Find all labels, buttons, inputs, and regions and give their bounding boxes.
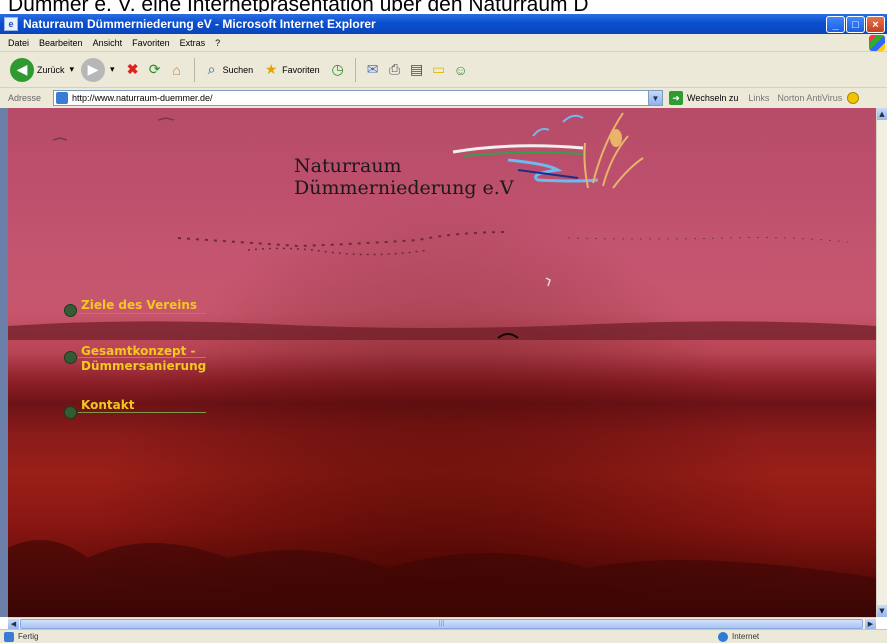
toolbar-separator [193, 57, 195, 82]
menu-extras[interactable]: Extras [180, 38, 206, 48]
horizontal-scrollbar[interactable]: ◀ ||| ▶ [8, 617, 876, 629]
globe-icon [718, 631, 728, 642]
back-dropdown-icon[interactable]: ▾ [70, 64, 75, 75]
site-title-line2: Dümmerniederung e.V [294, 177, 514, 199]
close-button[interactable]: × [866, 16, 885, 33]
print-icon[interactable]: ⎙ [384, 59, 406, 81]
nav-link-gesamtkonzept-line2[interactable]: Dümmersanierung [81, 359, 206, 373]
go-button[interactable]: Wechseln zu [687, 93, 738, 103]
security-zone: Internet [718, 631, 760, 642]
forward-dropdown-icon[interactable]: ▾ [110, 64, 115, 75]
page-caption: Dümmer e. V. eine Internetpräsentation ü… [0, 0, 887, 12]
norton-antivirus-button[interactable]: Norton AntiVirus [777, 93, 842, 103]
nav-bullet-icon [64, 304, 77, 317]
toolbar-separator [354, 57, 356, 82]
maximize-button[interactable]: □ [846, 16, 865, 33]
nav-underline [78, 357, 206, 358]
notes-icon[interactable]: ▭ [428, 59, 450, 81]
back-arrow-icon: ◀ [10, 57, 34, 82]
menu-ansicht[interactable]: Ansicht [93, 38, 123, 48]
toolbar: ◀ Zurück ▾ ▶ ▾ ✖ ⟳ ⌂ ⌕ Suchen ★ Favorite… [0, 52, 887, 88]
scroll-left-icon[interactable]: ◀ [8, 619, 19, 629]
back-button[interactable]: ◀ Zurück ▾ [10, 57, 75, 82]
status-page-icon [4, 631, 14, 642]
nav-underline [78, 412, 206, 413]
star-icon: ★ [264, 61, 278, 77]
messenger-icon[interactable]: ☺ [450, 59, 472, 81]
status-bar: Fertig Internet [0, 629, 887, 643]
go-arrow-icon[interactable]: ➜ [669, 91, 683, 105]
nav-bullet-icon [64, 351, 77, 364]
edit-icon[interactable]: ▤ [406, 59, 428, 81]
windows-logo-icon [869, 35, 885, 51]
zone-label: Internet [732, 632, 760, 641]
vertical-scrollbar[interactable]: ▲ ▼ [876, 108, 887, 617]
search-icon: ⌕ [207, 61, 216, 77]
nav-link-gesamtkonzept[interactable]: Gesamtkonzept - [81, 344, 196, 358]
menu-bar: Datei Bearbeiten Ansicht Favoriten Extra… [0, 34, 887, 52]
menu-datei[interactable]: Datei [8, 38, 29, 48]
nav-bullet-icon [64, 406, 77, 419]
window-title: Naturraum Dümmerniederung eV - Microsoft… [23, 17, 376, 31]
mail-icon[interactable]: ✉ [362, 59, 384, 81]
minimize-button[interactable]: _ [826, 16, 845, 33]
status-text: Fertig [18, 632, 39, 641]
refresh-icon[interactable]: ⟳ [144, 59, 166, 81]
stop-icon[interactable]: ✖ [122, 59, 144, 81]
ie-app-icon: e [4, 17, 18, 31]
window-frame [0, 108, 8, 617]
forward-arrow-icon: ▶ [81, 57, 106, 82]
favorites-button[interactable]: ★ Favoriten [260, 59, 320, 81]
scroll-up-icon[interactable]: ▲ [877, 108, 887, 120]
norton-icon[interactable] [847, 92, 860, 104]
window-titlebar[interactable]: e Naturraum Dümmerniederung eV - Microso… [0, 14, 887, 34]
home-icon[interactable]: ⌂ [166, 59, 188, 81]
address-label: Adresse [8, 93, 42, 103]
horizontal-scroll-thumb[interactable]: ||| [20, 619, 863, 629]
scroll-down-icon[interactable]: ▼ [877, 605, 887, 617]
history-icon[interactable]: ◷ [327, 59, 349, 81]
address-dropdown-icon[interactable]: ▼ [648, 91, 662, 105]
page-content: Naturraum Dümmerniederung e.V Ziele des … [8, 108, 876, 617]
scroll-right-icon[interactable]: ▶ [865, 619, 876, 629]
nav-link-kontakt[interactable]: Kontakt [81, 398, 134, 412]
menu-favoriten[interactable]: Favoriten [132, 38, 170, 48]
nav-underline [78, 313, 206, 314]
page-icon [56, 92, 68, 104]
links-button[interactable]: Links [748, 93, 769, 103]
search-button[interactable]: ⌕ Suchen [201, 59, 253, 81]
forward-button[interactable]: ▶ ▾ [81, 57, 115, 82]
nav-link-ziele[interactable]: Ziele des Vereins [81, 298, 197, 312]
site-title: Naturraum Dümmerniederung e.V [294, 155, 514, 199]
menu-bearbeiten[interactable]: Bearbeiten [39, 38, 83, 48]
address-input[interactable]: http://www.naturraum-duemmer.de/ ▼ [53, 90, 663, 106]
site-title-line1: Naturraum [294, 155, 402, 177]
menu-help[interactable]: ? [215, 38, 220, 48]
address-bar: Adresse http://www.naturraum-duemmer.de/… [0, 88, 887, 108]
